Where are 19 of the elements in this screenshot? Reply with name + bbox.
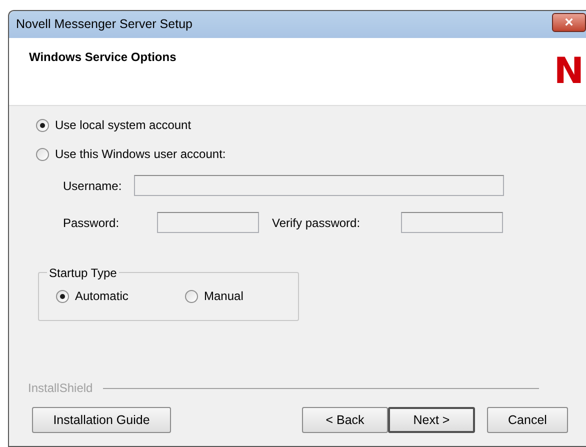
- dialog-button[interactable]: < Back: [302, 407, 388, 433]
- dialog-button[interactable]: Next >: [388, 407, 475, 433]
- logo: N: [554, 54, 582, 94]
- radio-button[interactable]: [36, 148, 49, 160]
- dialog-button[interactable]: Cancel: [487, 407, 568, 433]
- radio-label[interactable]: Automatic: [75, 287, 128, 305]
- radio-button[interactable]: [56, 290, 69, 302]
- dialog-button[interactable]: Installation Guide: [32, 407, 171, 433]
- window-title: Novell Messenger Server Setup: [16, 16, 192, 34]
- field-label: Password:: [63, 214, 120, 232]
- page-title: Windows Service Options: [29, 49, 176, 66]
- field-label: Verify password:: [272, 214, 362, 232]
- radio-button[interactable]: [185, 290, 198, 302]
- field-label: Username:: [63, 178, 122, 194]
- radio-label[interactable]: Use local system account: [55, 116, 192, 134]
- radio-label[interactable]: Manual: [204, 287, 244, 305]
- radio-button[interactable]: [36, 118, 49, 132]
- installshield-label: InstallShield: [28, 380, 93, 397]
- radio-label[interactable]: Use this Windows user account:: [55, 145, 226, 163]
